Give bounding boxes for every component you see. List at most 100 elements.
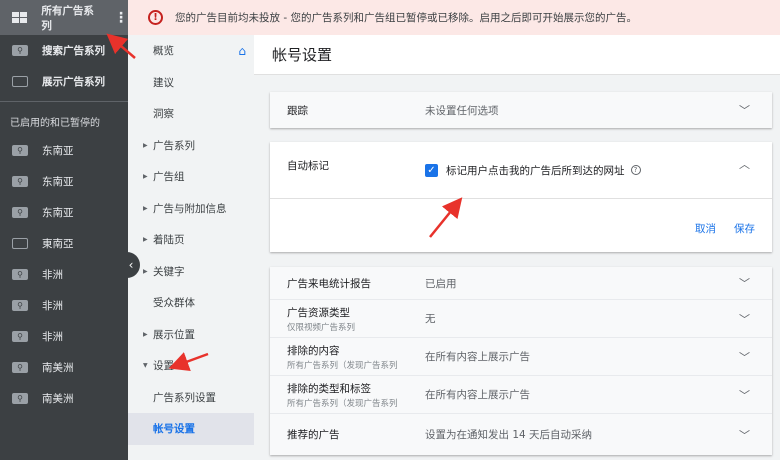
alert-banner: ! 您的广告目前均未投放 - 您的广告系列和广告组已暂停或已移除。启用之后即可开始…: [128, 0, 780, 35]
sidebar-item-display[interactable]: 展示广告系列: [0, 66, 128, 97]
grid-icon: [12, 12, 28, 23]
chevron-down-icon[interactable]: ﹀: [739, 311, 750, 327]
setting-sublabel: 仅限视频广告系列: [287, 322, 356, 333]
tracking-card[interactable]: 跟踪 未设置任何选项 ﹀: [270, 92, 772, 128]
help-icon[interactable]: ?: [630, 165, 641, 175]
chevron-down-icon[interactable]: ﹀: [739, 349, 750, 365]
auto-tag-label: 自动标记: [287, 160, 329, 172]
display-icon: [12, 76, 28, 87]
cancel-button[interactable]: 取消: [695, 221, 716, 236]
sidebar-item-search[interactable]: ⚲ 搜索广告系列: [0, 35, 128, 66]
campaign-label: 东南亚: [42, 207, 74, 219]
sidebar-campaign-item[interactable]: ⚲ 非洲: [0, 321, 128, 352]
sidebar-campaign-item[interactable]: ⚲ 南美洲: [0, 383, 128, 414]
all-campaigns[interactable]: 所有广告系列 ⋮: [0, 0, 128, 35]
sidebar-campaign-item[interactable]: ⚲ 南美洲: [0, 352, 128, 383]
all-campaigns-label: 所有广告系列: [41, 4, 94, 32]
tracking-label: 跟踪: [287, 104, 308, 117]
nav-item[interactable]: ▶ 展示位置: [128, 319, 254, 351]
chevron-up-icon[interactable]: ︿: [739, 156, 750, 172]
campaign-label: 東南亞: [42, 238, 74, 250]
nav-label: 广告组: [153, 171, 185, 184]
campaign-label: 非洲: [42, 331, 63, 343]
nav-item[interactable]: ▼ 设置: [128, 350, 254, 382]
sidebar-campaign-item[interactable]: ⚲ 东南亚: [0, 166, 128, 197]
setting-label: 广告资源类型: [287, 306, 350, 319]
campaign-label: 非洲: [42, 300, 63, 312]
setting-value: 设置为在通知发出 14 天后自动采纳: [425, 429, 593, 441]
campaign-sidebar: 所有广告系列 ⋮ ⚲ 搜索广告系列 展示广告系列 已启用的和已暂停的 ⚲ 东南亚 ⚲ 东…: [0, 0, 128, 460]
search-icon: ⚲: [12, 145, 28, 156]
campaign-label: 东南亚: [42, 145, 74, 157]
nav-label: 广告与附加信息: [153, 202, 227, 215]
sidebar-campaign-item[interactable]: 東南亞: [0, 228, 128, 259]
setting-sublabel: 所有广告系列（发现广告系列: [287, 360, 398, 371]
more-vert-icon[interactable]: ⋮: [114, 10, 128, 26]
chevron-down-icon[interactable]: ﹀: [739, 102, 750, 118]
page-header: 帐号设置: [254, 35, 780, 75]
display-icon: [12, 238, 28, 249]
campaign-label: 非洲: [42, 269, 63, 281]
collapsed-triangle-icon: ▶: [143, 330, 148, 338]
setting-label: 广告来电统计报告: [287, 277, 371, 290]
collapsed-triangle-icon: ▶: [143, 141, 148, 149]
nav-item[interactable]: 受众群体: [128, 287, 254, 319]
nav-item[interactable]: ▶ 广告与附加信息: [128, 193, 254, 225]
collapsed-triangle-icon: ▶: [143, 173, 148, 181]
settings-list: 广告来电统计报告 已启用 ﹀ 广告资源类型 仅限视频广告系列无 ﹀ 排除的内容 所有广告系列（…: [270, 267, 772, 455]
setting-row[interactable]: 排除的类型和标签 所有广告系列（发现广告系列 在所有内容上展示广告 ﹀: [270, 376, 772, 414]
nav-subitem[interactable]: 帐号设置: [128, 413, 254, 445]
search-icon: ⚲: [12, 45, 28, 56]
auto-tagging-card: 自动标记 ✓ 标记用户点击我的广告后所到达的网址? ︿ 取消 保存: [270, 142, 772, 252]
sidebar-campaign-item[interactable]: ⚲ 非洲: [0, 290, 128, 321]
save-button[interactable]: 保存: [734, 221, 755, 236]
nav-item[interactable]: ▶ 关键字: [128, 256, 254, 288]
page-nav: 概览 ⌂ 建议 洞察 ▶ 广告系列 ▶ 广告组 ▶ 广告与附加信息 ▶ 着陆页 ▶ 关键字 受众群体 ▶ 展示位…: [128, 35, 254, 460]
tracking-value: 未设置任何选项: [425, 104, 499, 117]
setting-label: 排除的内容: [287, 344, 340, 357]
banner-text: 您的广告目前均未投放 - 您的广告系列和广告组已暂停或已移除。启用之后即可开始展…: [175, 12, 637, 24]
collapsed-triangle-icon: ▶: [143, 267, 148, 275]
search-icon: ⚲: [12, 269, 28, 280]
nav-subitem[interactable]: 广告系列设置: [128, 382, 254, 414]
nav-label: 关键字: [153, 265, 185, 278]
setting-row[interactable]: 推荐的广告 设置为在通知发出 14 天后自动采纳 ﹀: [270, 414, 772, 455]
nav-item[interactable]: ▶ 广告系列: [128, 130, 254, 162]
campaign-label: 东南亚: [42, 176, 74, 188]
chevron-down-icon[interactable]: ﹀: [739, 427, 750, 443]
nav-label: 设置: [153, 360, 174, 373]
setting-sublabel: 所有广告系列（发现广告系列: [287, 398, 398, 409]
setting-row[interactable]: 排除的内容 所有广告系列（发现广告系列 在所有内容上展示广告 ﹀: [270, 338, 772, 376]
setting-value: 已启用: [425, 277, 457, 290]
label: 搜索广告系列: [42, 45, 105, 57]
setting-row[interactable]: 广告来电统计报告 已启用 ﹀: [270, 267, 772, 300]
collapsed-triangle-icon: ▶: [143, 236, 148, 244]
nav-label: 洞察: [153, 108, 174, 121]
nav-label: 受众群体: [153, 297, 195, 310]
setting-row[interactable]: 广告资源类型 仅限视频广告系列 无 ﹀: [270, 300, 772, 338]
checkbox-label: 标记用户点击我的广告后所到达的网址: [446, 164, 625, 177]
nav-item[interactable]: 建议: [128, 67, 254, 99]
nav-label: 着陆页: [153, 234, 185, 247]
chevron-down-icon[interactable]: ﹀: [739, 387, 750, 403]
nav-label: 帐号设置: [153, 423, 195, 436]
nav-item[interactable]: 洞察: [128, 98, 254, 130]
search-icon: ⚲: [12, 331, 28, 342]
nav-item[interactable]: 概览 ⌂: [128, 35, 254, 67]
chevron-down-icon[interactable]: ﹀: [739, 275, 750, 291]
section-header: 已启用的和已暂停的: [10, 118, 100, 129]
nav-label: 建议: [153, 76, 174, 89]
setting-label: 排除的类型和标签: [287, 382, 371, 395]
search-icon: ⚲: [12, 393, 28, 404]
auto-tag-checkbox[interactable]: ✓ 标记用户点击我的广告后所到达的网址?: [425, 158, 641, 182]
checkbox-checked-icon[interactable]: ✓: [425, 163, 438, 177]
expanded-triangle-icon: ▼: [143, 362, 148, 370]
collapsed-triangle-icon: ▶: [143, 204, 148, 212]
setting-label: 推荐的广告: [287, 429, 340, 441]
sidebar-campaign-item[interactable]: ⚲ 非洲: [0, 259, 128, 290]
nav-item[interactable]: ▶ 广告组: [128, 161, 254, 193]
sidebar-campaign-item[interactable]: ⚲ 东南亚: [0, 135, 128, 166]
nav-item[interactable]: ▶ 着陆页: [128, 224, 254, 256]
sidebar-campaign-item[interactable]: ⚲ 东南亚: [0, 197, 128, 228]
search-icon: ⚲: [12, 176, 28, 187]
